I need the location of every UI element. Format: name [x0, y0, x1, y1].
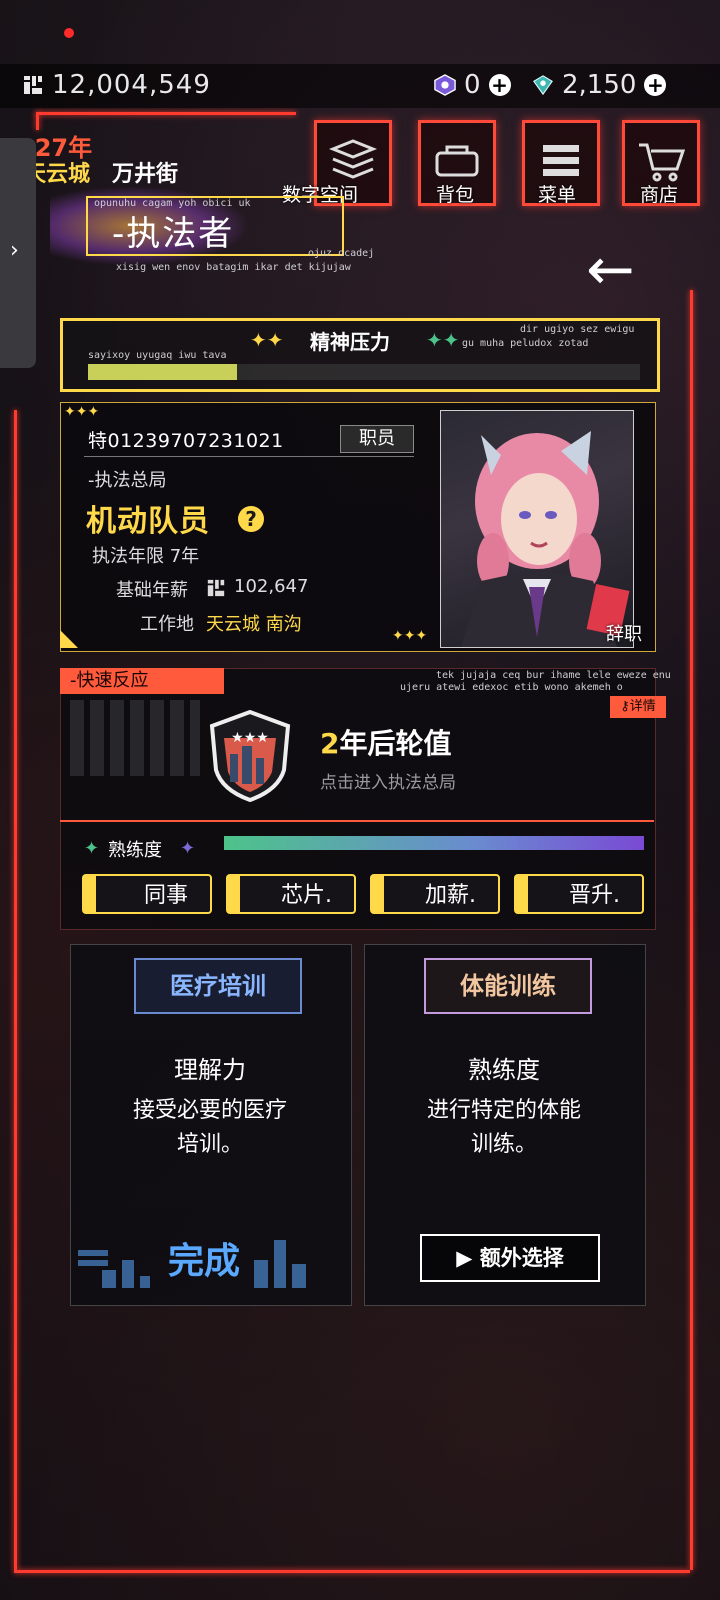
character-avatar	[461, 431, 630, 647]
sparkle-icon: ✦	[84, 838, 100, 859]
record-dot	[64, 28, 74, 38]
police-badge-icon[interactable]: ★★★	[208, 710, 292, 802]
currency-icon	[24, 76, 42, 94]
sparkle-icon: ✦✦✦	[64, 404, 100, 420]
add-crystal-button[interactable]: +	[644, 74, 667, 96]
salary-value: 102,647	[234, 576, 309, 597]
raise-button[interactable]: 加薪.	[370, 874, 500, 914]
micro-text: sayixoy uyugaq iwu tava	[88, 350, 227, 361]
stress-bar-fill	[88, 364, 237, 380]
neon-line	[690, 290, 693, 1570]
rotation-hint: 点击进入执法总局	[320, 773, 456, 793]
micro-text: ujeru atewi edexoc etib wono akemeh o	[400, 682, 623, 693]
chip-button[interactable]: 芯片.	[226, 874, 356, 914]
workplace-value: 天云城 南沟	[206, 614, 302, 635]
medical-training-title: 医疗培训	[134, 958, 302, 1014]
detail-button[interactable]: ⚷详情	[610, 696, 666, 718]
grid-pattern	[70, 700, 200, 776]
neon-line	[36, 112, 296, 115]
video-icon: ▶	[456, 1246, 473, 1270]
crystal-display: 2,150 +	[532, 70, 667, 100]
fitness-training-title: 体能训练	[424, 958, 592, 1014]
promotion-button[interactable]: 晋升.	[514, 874, 644, 914]
back-arrow-icon[interactable]: ←	[586, 240, 635, 298]
money-value: 12,004,549	[52, 70, 211, 100]
officer-id: 特01239707231021	[88, 430, 284, 452]
street-name: 万井街	[112, 162, 179, 187]
sparkle-icon: ✦	[180, 838, 196, 859]
proficiency-label: 熟练度	[108, 840, 162, 861]
corner-accent	[60, 630, 78, 648]
colleague-button[interactable]: 同事	[82, 874, 212, 914]
sparkle-icon: ✦✦	[250, 328, 284, 352]
sparkle-icon: ✦✦	[426, 328, 460, 352]
rotation-years: 2	[320, 727, 340, 760]
role-tag: 职员	[340, 425, 414, 453]
gem-value: 0	[464, 70, 481, 100]
nav-label-shop: 商店	[640, 184, 679, 206]
currency-icon	[207, 579, 225, 597]
gem-display: 0 +	[434, 70, 511, 100]
extra-option-button[interactable]: ▶ 额外选择	[420, 1234, 600, 1282]
divider	[60, 820, 654, 822]
add-gem-button[interactable]: +	[488, 74, 511, 96]
svg-text:★★★: ★★★	[231, 730, 269, 746]
crystal-value: 2,150	[562, 70, 637, 100]
quick-response-tag: -快速反应	[60, 668, 224, 694]
crystal-icon	[533, 75, 553, 96]
sparkle-icon: ✦✦✦	[392, 628, 428, 644]
service-years: 执法年限 7年	[92, 546, 200, 567]
fitness-training-stat: 熟练度	[468, 1056, 540, 1084]
divider	[84, 456, 414, 457]
rotation-text: 2年后轮值	[320, 722, 452, 762]
medical-training-desc: 接受必要的医疗 培训。	[132, 1098, 287, 1157]
completed-status: 完成	[168, 1241, 241, 1282]
salary-label: 基础年薪	[116, 580, 188, 601]
micro-text: tek jujaja ceq bur ihame lele eweze enu	[436, 670, 671, 681]
micro-text: gu muha peludox zotad	[462, 338, 589, 349]
help-icon[interactable]: ?	[238, 506, 264, 532]
neon-line	[14, 410, 17, 1570]
micro-text: xisig wen enov batagim ikar det kijujaw	[116, 262, 351, 273]
detail-label: 详情	[629, 699, 656, 714]
workplace-label: 工作地	[140, 614, 194, 635]
medical-training-stat: 理解力	[174, 1056, 246, 1084]
extra-option-label: 额外选择	[479, 1246, 564, 1270]
job-title: -执法者	[112, 214, 235, 254]
nav-label-menu: 菜单	[538, 184, 577, 206]
character-portrait	[440, 410, 634, 648]
gem-icon	[434, 74, 456, 96]
chevron-right-icon[interactable]: ›	[10, 238, 19, 263]
stress-label: 精神压力	[310, 330, 390, 354]
department-name: -执法总局	[88, 470, 167, 491]
neon-line	[14, 1570, 690, 1573]
money-display: 12,004,549	[22, 70, 211, 100]
micro-text: ojuz ocadej	[308, 248, 375, 259]
nav-label-backpack: 背包	[436, 184, 475, 206]
rank-title: 机动队员	[86, 504, 210, 539]
resign-button[interactable]: 辞职	[606, 620, 642, 646]
rotation-label: 年后轮值	[339, 727, 452, 760]
micro-text: dir ugiyo sez ewigu	[520, 324, 635, 335]
key-icon: ⚷	[620, 699, 630, 714]
fitness-training-desc: 进行特定的体能 训练。	[426, 1098, 581, 1157]
proficiency-bar	[224, 836, 644, 850]
